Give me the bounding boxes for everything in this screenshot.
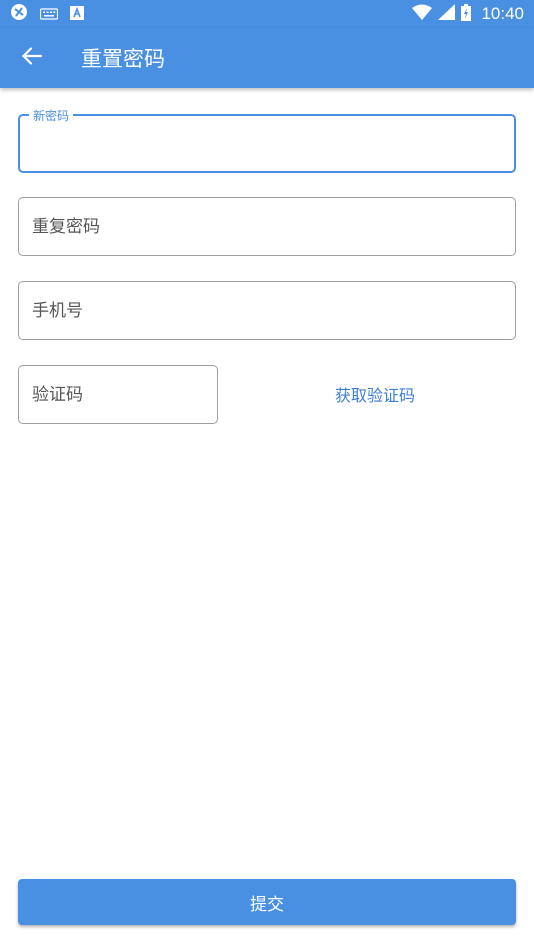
verification-code-input[interactable] (32, 366, 217, 423)
signal-icon (438, 4, 456, 24)
new-password-input[interactable] (33, 116, 514, 171)
get-code-button[interactable]: 获取验证码 (300, 365, 450, 423)
status-bar: 10:40 (0, 0, 534, 28)
vpn-icon (10, 3, 28, 25)
status-icons-left (10, 3, 84, 25)
new-password-label: 新密码 (29, 107, 74, 124)
arrow-left-icon (21, 47, 43, 69)
page-title: 重置密码 (81, 47, 165, 71)
battery-icon (461, 3, 472, 25)
new-password-field[interactable]: 新密码 (18, 107, 516, 173)
a-icon (70, 5, 84, 24)
status-icons-right: 10:40 (412, 3, 524, 25)
keyboard-icon (39, 5, 59, 24)
submit-button[interactable]: 提交 (18, 879, 516, 925)
verification-code-field[interactable] (18, 365, 218, 424)
wifi-icon (412, 4, 433, 24)
status-time: 10:40 (481, 4, 524, 23)
back-button[interactable] (2, 28, 62, 88)
phone-input[interactable] (32, 282, 515, 339)
repeat-password-input[interactable] (32, 198, 515, 255)
phone-field[interactable] (18, 281, 516, 340)
app-bar: 重置密码 (0, 28, 534, 88)
repeat-password-field[interactable] (18, 197, 516, 256)
